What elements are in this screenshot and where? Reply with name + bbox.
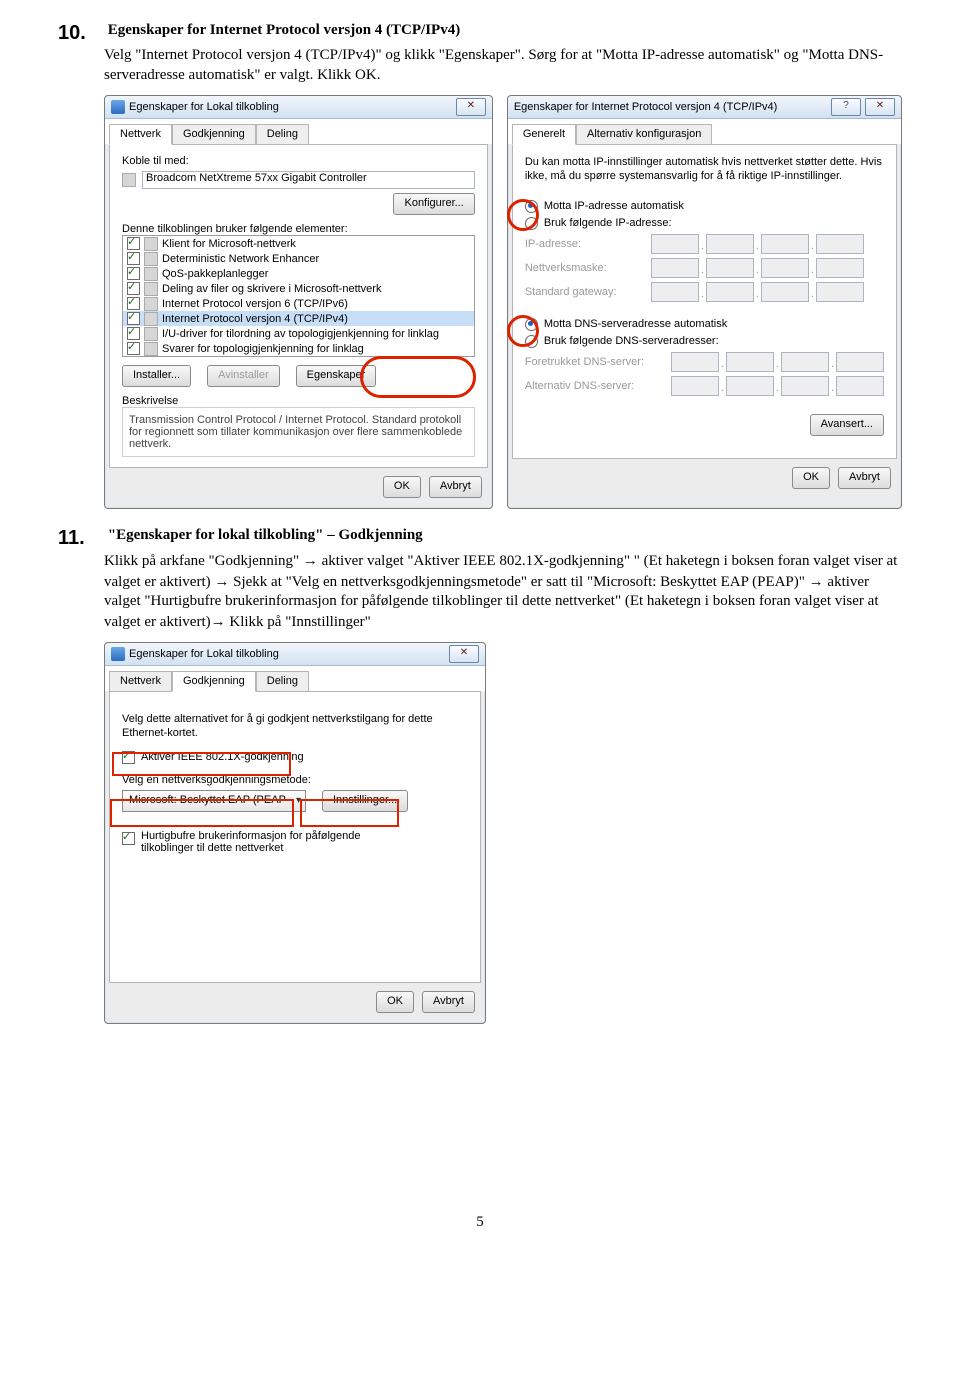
uninstall-button: Avinstaller — [207, 365, 280, 387]
dialog3-title: Egenskaper for Lokal tilkobling — [129, 648, 279, 660]
step-10-num: 10. — [58, 22, 104, 45]
figure-row-1: Egenskaper for Lokal tilkobling ✕ Nettve… — [104, 95, 902, 509]
desc-label: Beskrivelse — [122, 395, 475, 407]
checkbox-8021x[interactable] — [122, 751, 135, 764]
dialog2-title: Egenskaper for Internet Protocol versjon… — [514, 101, 778, 113]
radio-auto-dns[interactable] — [525, 318, 538, 331]
settings-button[interactable]: Innstillinger... — [322, 790, 408, 812]
method-dropdown[interactable]: Microsoft: Beskyttet EAP (PEAP — [122, 790, 306, 812]
help-icon[interactable]: ? — [831, 98, 861, 116]
koble-label: Koble til med: — [122, 155, 475, 167]
tab-nettverk[interactable]: Nettverk — [109, 124, 172, 145]
checkbox-cache[interactable] — [122, 832, 135, 845]
dialog-lan-properties: Egenskaper for Lokal tilkobling ✕ Nettve… — [104, 95, 493, 509]
dialog-lan-auth: Egenskaper for Lokal tilkobling ✕ Nettve… — [104, 642, 486, 1024]
step-11-head: "Egenskaper for lokal tilkobling" – Godk… — [108, 527, 423, 543]
radio-manual-dns[interactable] — [525, 335, 538, 348]
tab-deling[interactable]: Deling — [256, 671, 309, 692]
advanced-button[interactable]: Avansert... — [810, 414, 884, 436]
step-11-body: Klikk på arkfane "Godkjenning" → aktiver… — [58, 551, 902, 632]
components-list[interactable]: Klient for Microsoft-nettverk Determinis… — [122, 235, 475, 357]
radio-manual-ip[interactable] — [525, 217, 538, 230]
install-button[interactable]: Installer... — [122, 365, 191, 387]
ok-button[interactable]: OK — [383, 476, 421, 498]
tab-altkonfig[interactable]: Alternativ konfigurasjon — [576, 124, 712, 145]
step-10-body: Velg "Internet Protocol versjon 4 (TCP/I… — [58, 46, 902, 85]
radio-auto-ip[interactable] — [525, 200, 538, 213]
window-icon — [111, 100, 125, 114]
method-label: Velg en nettverksgodkjenningsmetode: — [122, 774, 468, 786]
uses-label: Denne tilkoblingen bruker følgende eleme… — [122, 223, 475, 235]
close-icon[interactable]: ✕ — [456, 98, 486, 116]
adapter-field: Broadcom NetXtreme 57xx Gigabit Controll… — [142, 171, 475, 189]
page-number: 5 — [58, 1214, 902, 1231]
close-icon[interactable]: ✕ — [865, 98, 895, 116]
cancel-button[interactable]: Avbryt — [838, 467, 891, 489]
tab-deling[interactable]: Deling — [256, 124, 309, 145]
tab-godkjenning[interactable]: Godkjenning — [172, 671, 256, 692]
properties-button[interactable]: Egenskaper — [296, 365, 377, 387]
desc-text: Transmission Control Protocol / Internet… — [122, 407, 475, 457]
dialog-ipv4-properties: Egenskaper for Internet Protocol versjon… — [507, 95, 902, 509]
tab-nettverk[interactable]: Nettverk — [109, 671, 172, 692]
ipv4-intro: Du kan motta IP-innstillinger automatisk… — [525, 155, 884, 184]
ok-button[interactable]: OK — [792, 467, 830, 489]
step-10-head: Egenskaper for Internet Protocol versjon… — [108, 22, 460, 38]
configure-button[interactable]: Konfigurer... — [393, 193, 474, 215]
ok-button[interactable]: OK — [376, 991, 414, 1013]
step-11: 11. "Egenskaper for lokal tilkobling" – … — [58, 527, 902, 632]
tab-godkjenning[interactable]: Godkjenning — [172, 124, 256, 145]
auth-intro: Velg dette alternativet for å gi godkjen… — [122, 712, 468, 741]
window-icon — [111, 647, 125, 661]
step-11-num: 11. — [58, 527, 104, 550]
dialog1-title: Egenskaper for Lokal tilkobling — [129, 101, 279, 113]
cancel-button[interactable]: Avbryt — [422, 991, 475, 1013]
cancel-button[interactable]: Avbryt — [429, 476, 482, 498]
step-10: 10. Egenskaper for Internet Protocol ver… — [58, 22, 902, 85]
adapter-icon — [122, 173, 136, 187]
tab-generelt[interactable]: Generelt — [512, 124, 576, 145]
close-icon[interactable]: ✕ — [449, 645, 479, 663]
